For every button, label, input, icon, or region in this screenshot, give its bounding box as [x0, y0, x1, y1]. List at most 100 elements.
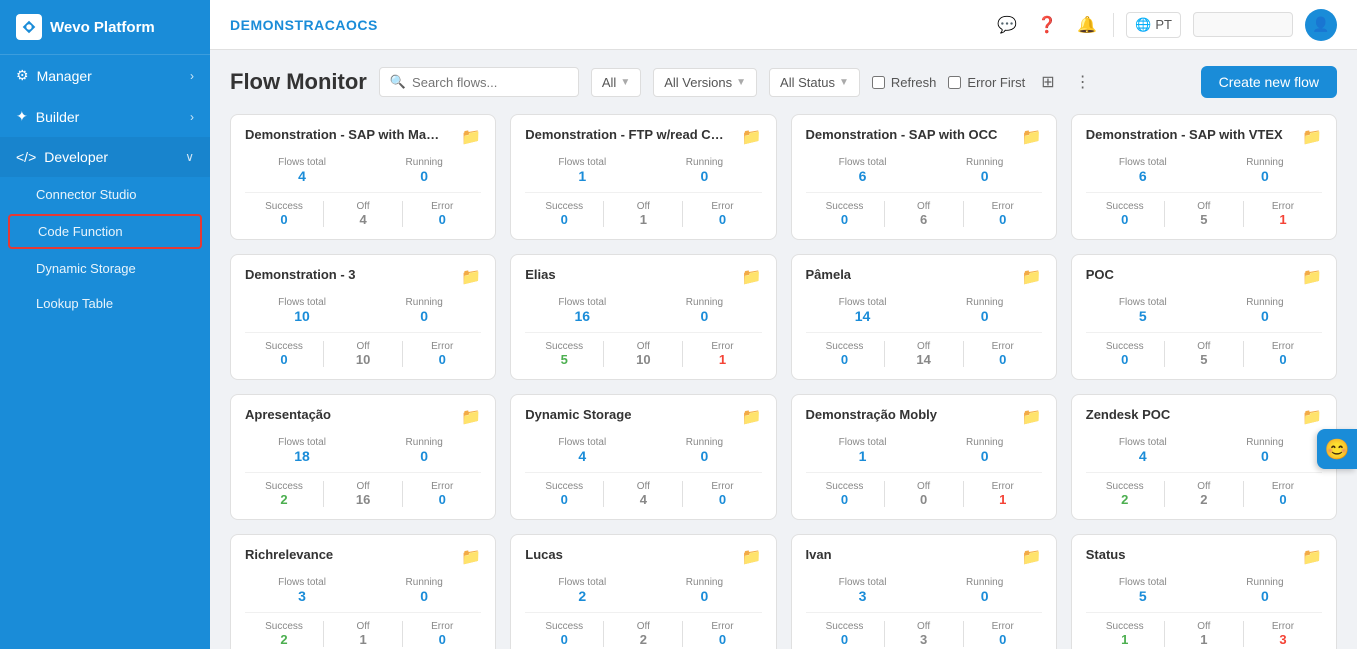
running-group: Running 0: [1208, 157, 1322, 184]
off-value: 3: [885, 632, 963, 647]
flow-card[interactable]: Demonstration - SAP with VTEX 📁 Flows to…: [1071, 114, 1337, 240]
bell-icon[interactable]: 🔔: [1073, 11, 1101, 39]
flow-card[interactable]: Lucas 📁 Flows total 2 Running 0 Success …: [510, 534, 776, 649]
running-value: 0: [647, 448, 761, 464]
success-value: 0: [245, 352, 323, 367]
card-top-stats: Flows total 1 Running 0: [525, 157, 761, 184]
off-group: Off 1: [604, 201, 682, 227]
flow-card[interactable]: Richrelevance 📁 Flows total 3 Running 0 …: [230, 534, 496, 649]
running-group: Running 0: [367, 437, 481, 464]
topbar-search-input[interactable]: [1193, 12, 1293, 37]
card-title: POC: [1086, 267, 1114, 282]
error-label: Error: [1244, 481, 1322, 492]
error-label: Error: [683, 201, 761, 212]
more-options-icon[interactable]: ⋮: [1071, 68, 1095, 96]
running-label: Running: [367, 437, 481, 448]
error-label: Error: [1244, 201, 1322, 212]
success-value: 0: [525, 492, 603, 507]
sidebar-subitem-lookup-table[interactable]: Lookup Table: [0, 286, 210, 321]
running-group: Running 0: [1208, 297, 1322, 324]
flows-total-group: Flows total 3: [245, 577, 359, 604]
flows-total-group: Flows total 4: [245, 157, 359, 184]
success-group: Success 0: [806, 201, 884, 227]
off-label: Off: [604, 621, 682, 632]
off-label: Off: [1165, 621, 1243, 632]
topbar-divider: [1113, 13, 1114, 37]
off-group: Off 0: [885, 481, 963, 507]
card-header: Apresentação 📁: [245, 407, 481, 427]
card-title: Status: [1086, 547, 1126, 562]
card-header: Dynamic Storage 📁: [525, 407, 761, 427]
chatbot-button[interactable]: 😊: [1317, 429, 1357, 469]
sidebar-logo[interactable]: Wevo Platform: [0, 0, 210, 55]
card-title: Demonstration - SAP with Mage...: [245, 127, 446, 142]
success-group: Success 2: [245, 481, 323, 507]
filter-status-select[interactable]: All Status ▼: [769, 68, 860, 97]
refresh-checkbox[interactable]: [872, 76, 885, 89]
card-title: Zendesk POC: [1086, 407, 1171, 422]
grid-icon[interactable]: ⊞: [1037, 68, 1058, 96]
card-title: Lucas: [525, 547, 563, 562]
running-label: Running: [928, 577, 1042, 588]
flows-total-value: 2: [525, 588, 639, 604]
success-group: Success 2: [1086, 481, 1164, 507]
user-avatar[interactable]: 👤: [1305, 9, 1337, 41]
search-input[interactable]: [412, 75, 568, 90]
refresh-checkbox-group[interactable]: Refresh: [872, 75, 937, 90]
sidebar-item-builder[interactable]: ✦ Builder ›: [0, 96, 210, 137]
off-group: Off 1: [1165, 621, 1243, 647]
card-header: Demonstration - SAP with VTEX 📁: [1086, 127, 1322, 147]
sidebar-item-manager[interactable]: ⚙ Manager ›: [0, 55, 210, 96]
error-first-checkbox-group[interactable]: Error First: [948, 75, 1025, 90]
running-label: Running: [928, 157, 1042, 168]
filter-versions-select[interactable]: All Versions ▼: [653, 68, 757, 97]
flow-card[interactable]: Pâmela 📁 Flows total 14 Running 0 Succes…: [791, 254, 1057, 380]
flow-card[interactable]: Ivan 📁 Flows total 3 Running 0 Success 0…: [791, 534, 1057, 649]
page-header: Flow Monitor 🔍 All ▼ All Versions ▼ All …: [230, 66, 1337, 98]
filter-all-select[interactable]: All ▼: [591, 68, 641, 97]
search-box[interactable]: 🔍: [379, 67, 579, 97]
chat-icon[interactable]: 💬: [993, 11, 1021, 39]
flow-card[interactable]: Demonstration - SAP with Mage... 📁 Flows…: [230, 114, 496, 240]
card-top-stats: Flows total 4 Running 0: [1086, 437, 1322, 464]
flow-card[interactable]: Demonstration - FTP w/read CS... 📁 Flows…: [510, 114, 776, 240]
off-group: Off 6: [885, 201, 963, 227]
sidebar-item-developer[interactable]: </> Developer ∨: [0, 137, 210, 177]
running-group: Running 0: [647, 157, 761, 184]
flow-card[interactable]: Apresentação 📁 Flows total 18 Running 0 …: [230, 394, 496, 520]
off-group: Off 2: [604, 621, 682, 647]
running-group: Running 0: [367, 577, 481, 604]
card-divider: [525, 472, 761, 473]
card-header: Demonstration - SAP with Mage... 📁: [245, 127, 481, 147]
flow-card[interactable]: Zendesk POC 📁 Flows total 4 Running 0 Su…: [1071, 394, 1337, 520]
flow-card[interactable]: Demonstration - 3 📁 Flows total 10 Runni…: [230, 254, 496, 380]
card-divider: [806, 612, 1042, 613]
sidebar-subitem-code-function[interactable]: Code Function: [8, 214, 202, 249]
page-title: Flow Monitor: [230, 69, 367, 95]
help-icon[interactable]: ❓: [1033, 11, 1061, 39]
off-group: Off 14: [885, 341, 963, 367]
sidebar-subitem-dynamic-storage[interactable]: Dynamic Storage: [0, 251, 210, 286]
flow-card[interactable]: Demonstration - SAP with OCC 📁 Flows tot…: [791, 114, 1057, 240]
off-label: Off: [604, 481, 682, 492]
flow-card[interactable]: Elias 📁 Flows total 16 Running 0 Success…: [510, 254, 776, 380]
flow-card[interactable]: Status 📁 Flows total 5 Running 0 Success…: [1071, 534, 1337, 649]
folder-icon: 📁: [742, 267, 762, 287]
builder-chevron: ›: [190, 110, 194, 124]
sidebar-subitem-connector-studio[interactable]: Connector Studio: [0, 177, 210, 212]
flow-card[interactable]: POC 📁 Flows total 5 Running 0 Success 0 …: [1071, 254, 1337, 380]
language-selector[interactable]: 🌐 PT: [1126, 12, 1181, 38]
flow-card[interactable]: Demonstração Mobly 📁 Flows total 1 Runni…: [791, 394, 1057, 520]
error-value: 0: [683, 212, 761, 227]
error-value: 0: [403, 492, 481, 507]
create-flow-button[interactable]: Create new flow: [1201, 66, 1337, 98]
error-first-checkbox[interactable]: [948, 76, 961, 89]
error-value: 0: [403, 352, 481, 367]
error-label: Error: [1244, 621, 1322, 632]
card-top-stats: Flows total 5 Running 0: [1086, 297, 1322, 324]
flow-card[interactable]: Dynamic Storage 📁 Flows total 4 Running …: [510, 394, 776, 520]
off-label: Off: [885, 481, 963, 492]
card-header: Demonstração Mobly 📁: [806, 407, 1042, 427]
off-value: 6: [885, 212, 963, 227]
success-label: Success: [1086, 201, 1164, 212]
